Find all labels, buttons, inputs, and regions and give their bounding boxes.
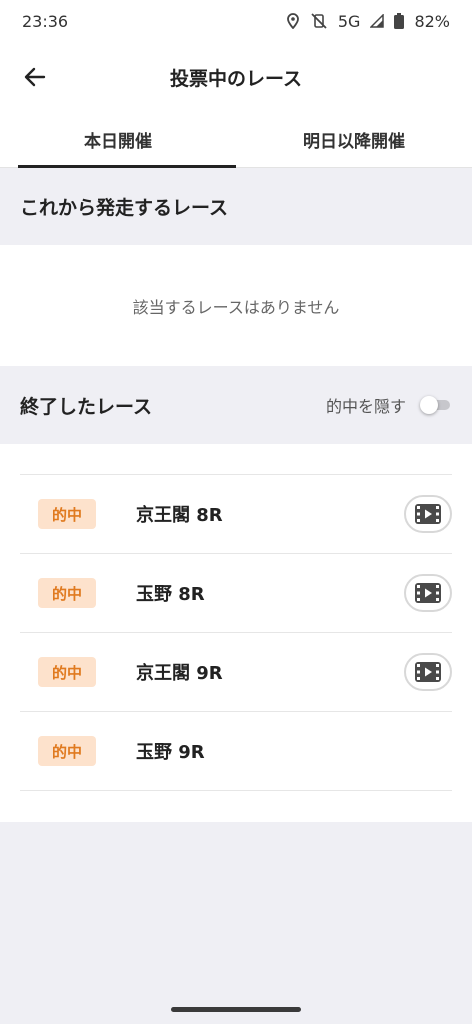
- vibrate-off-icon: [310, 13, 328, 29]
- arrow-left-icon: [24, 67, 46, 87]
- video-icon: [415, 662, 441, 682]
- back-button[interactable]: [18, 60, 52, 94]
- tab-tomorrow-onward[interactable]: 明日以降開催: [236, 112, 472, 167]
- hit-badge: 的中: [38, 657, 96, 687]
- race-row[interactable]: 的中 京王閣 9R: [20, 633, 452, 712]
- upcoming-section-title: これから発走するレース: [20, 197, 229, 219]
- finished-race-list: 的中 京王閣 8R 的中 玉野 8R 的中 京王閣 9R 的中 玉野 9R: [0, 444, 472, 822]
- switch-thumb: [420, 396, 438, 414]
- battery-icon: [394, 13, 405, 29]
- race-row[interactable]: 的中 玉野 9R: [20, 712, 452, 791]
- video-button[interactable]: [404, 495, 452, 533]
- upcoming-section-header: これから発走するレース: [0, 168, 472, 245]
- status-bar: 23:36 5G 82%: [0, 0, 472, 42]
- status-time: 23:36: [22, 11, 69, 31]
- gesture-nav-bar[interactable]: [171, 1007, 301, 1012]
- video-button[interactable]: [404, 653, 452, 691]
- tab-today[interactable]: 本日開催: [0, 112, 236, 168]
- page-title: 投票中のレース: [169, 67, 303, 90]
- hit-badge: 的中: [38, 578, 96, 608]
- hide-hits-label: 的中を隠す: [325, 397, 406, 416]
- hide-hits-toggle[interactable]: 的中を隠す: [326, 393, 452, 417]
- empty-message: 該当するレースはありません: [132, 297, 340, 317]
- hit-badge: 的中: [38, 736, 96, 766]
- video-icon: [415, 504, 441, 524]
- network-type: 5G: [337, 11, 361, 31]
- race-row[interactable]: 的中 京王閣 8R: [20, 475, 452, 554]
- signal-icon: [370, 14, 385, 28]
- battery-level: 82%: [414, 11, 450, 31]
- race-name: 玉野 9R: [136, 742, 205, 763]
- hide-hits-switch[interactable]: [420, 396, 452, 414]
- finished-section-title: 終了したレース: [20, 395, 153, 418]
- race-name: 玉野 8R: [136, 584, 205, 605]
- upcoming-empty-box: 該当するレースはありません: [0, 245, 472, 366]
- app-bar: 投票中のレース: [0, 42, 472, 112]
- race-name: 京王閣 9R: [136, 663, 223, 684]
- location-icon: [286, 13, 300, 29]
- status-icons: 5G 82%: [286, 12, 450, 31]
- tab-bar: 本日開催 明日以降開催: [0, 112, 472, 168]
- race-name: 京王閣 8R: [136, 505, 223, 526]
- video-button[interactable]: [404, 574, 452, 612]
- race-row[interactable]: 的中 玉野 8R: [20, 554, 452, 633]
- finished-section-header: 終了したレース 的中を隠す: [0, 366, 472, 444]
- video-icon: [415, 583, 441, 603]
- hit-badge: 的中: [38, 499, 96, 529]
